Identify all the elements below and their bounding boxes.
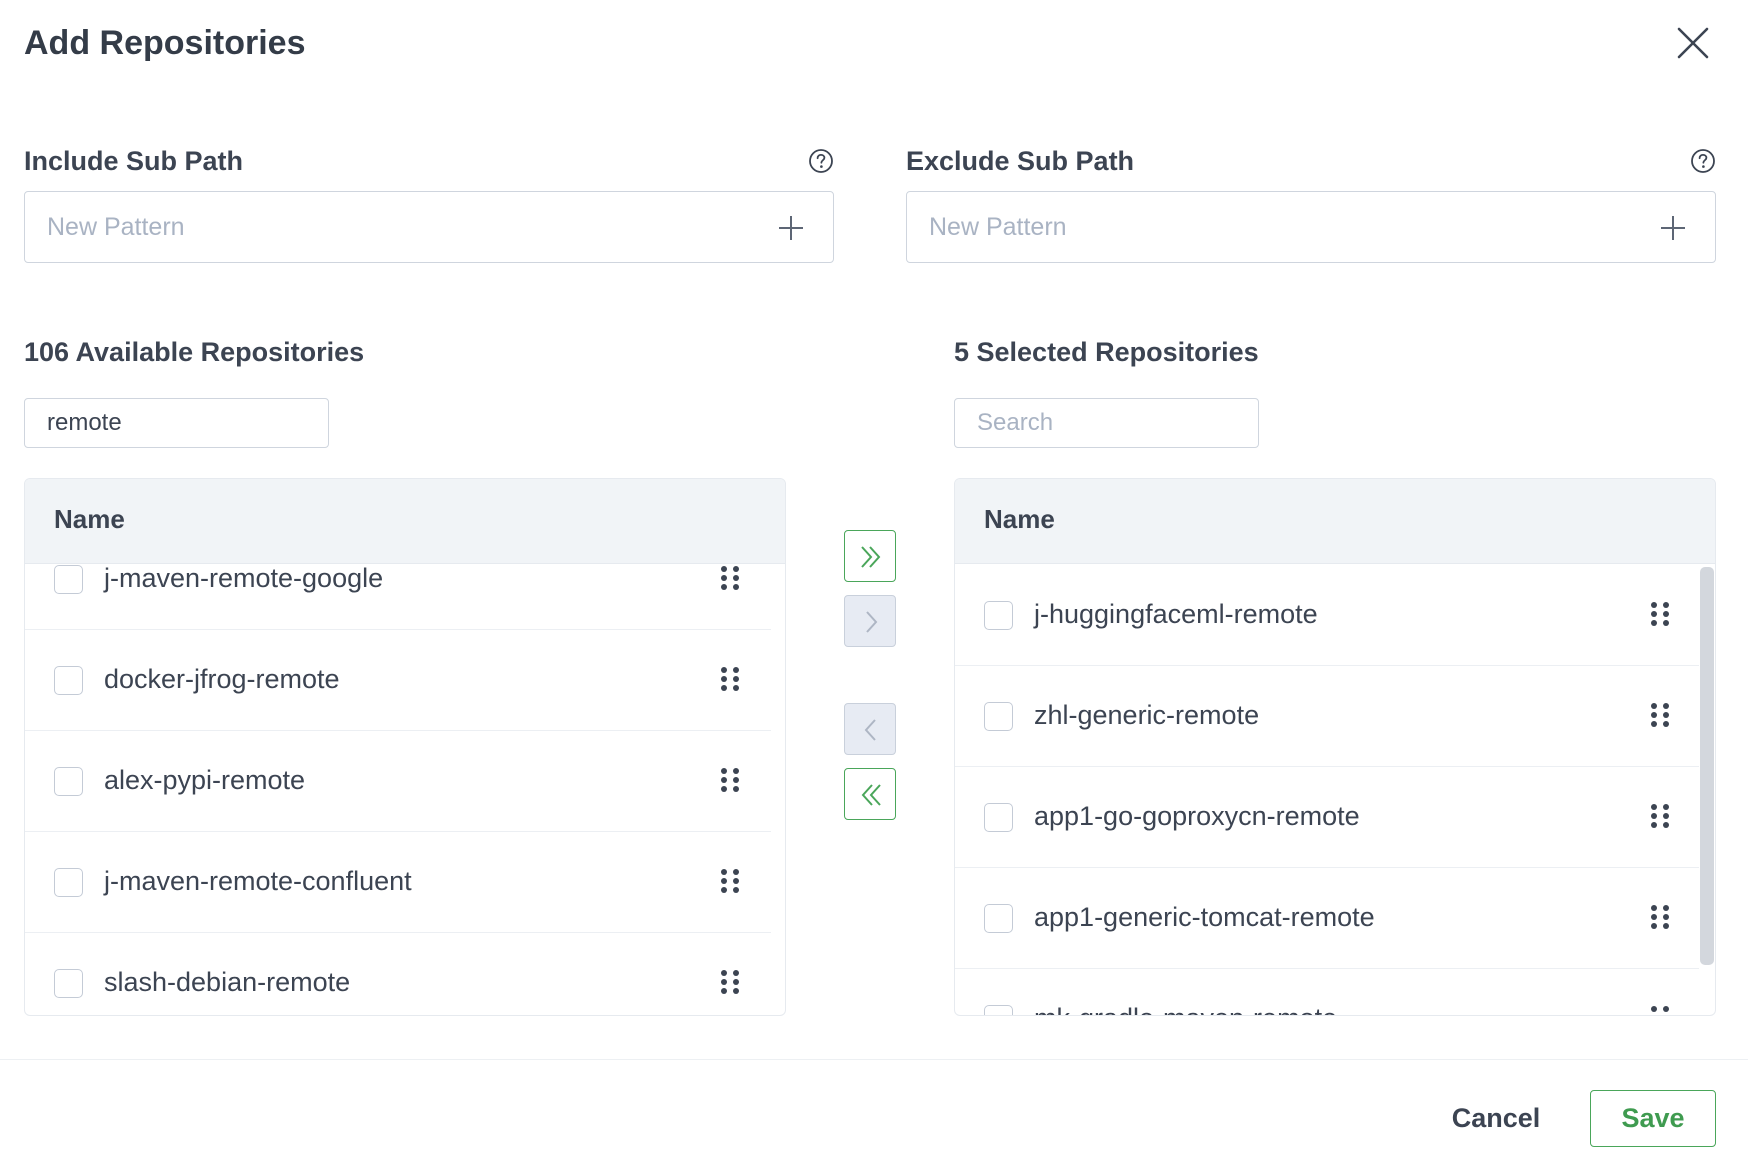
table-row[interactable]: j-maven-remote-confluent <box>25 832 771 933</box>
close-button[interactable] <box>1674 24 1712 62</box>
selected-repositories-table: Name j-huggingfaceml-remote zhl-generic-… <box>954 478 1716 1016</box>
add-include-pattern-icon[interactable] <box>777 214 805 242</box>
repository-name: app1-generic-tomcat-remote <box>1034 902 1375 932</box>
row-checkbox[interactable] <box>984 1005 1013 1015</box>
table-row[interactable]: slash-debian-remote <box>25 933 771 1015</box>
repository-name: slash-debian-remote <box>104 967 351 997</box>
cancel-button[interactable]: Cancel <box>1436 1090 1556 1146</box>
available-rows[interactable]: j-maven-remote-google docker-jfrog-remot… <box>25 565 785 1015</box>
available-search-input[interactable] <box>47 399 317 447</box>
drag-handle-icon[interactable] <box>1649 1005 1671 1015</box>
move-left-button[interactable] <box>844 703 896 755</box>
row-checkbox[interactable] <box>984 601 1013 630</box>
help-icon[interactable] <box>1690 148 1716 174</box>
double-chevron-right-icon <box>861 546 881 568</box>
dialog-title: Add Repositories <box>24 24 306 62</box>
name-column-header: Name <box>54 504 125 534</box>
double-chevron-left-icon <box>861 784 881 806</box>
include-pattern-field <box>24 191 834 263</box>
available-table-header: Name <box>25 479 785 564</box>
chevron-left-icon <box>864 719 876 741</box>
table-row[interactable]: docker-jfrog-remote <box>25 630 771 731</box>
include-pattern-input[interactable] <box>47 192 727 262</box>
save-button[interactable]: Save <box>1590 1090 1716 1147</box>
table-row[interactable]: alex-pypi-remote <box>25 731 771 832</box>
selected-search-field <box>954 398 1259 448</box>
footer-divider <box>0 1059 1748 1060</box>
repository-name: alex-pypi-remote <box>104 765 306 795</box>
drag-handle-icon[interactable] <box>719 767 741 793</box>
table-row[interactable]: j-huggingfaceml-remote <box>955 565 1699 666</box>
move-right-button[interactable] <box>844 595 896 647</box>
drag-handle-icon[interactable] <box>719 868 741 894</box>
available-repositories-table: Name j-maven-remote-google docker-jfrog-… <box>24 478 786 1016</box>
include-sub-path-label: Include Sub Path <box>24 146 244 176</box>
move-all-right-button[interactable] <box>844 530 896 582</box>
table-row[interactable]: app1-go-goproxycn-remote <box>955 767 1699 868</box>
table-row[interactable]: mk-gradle-maven-remote <box>955 969 1699 1015</box>
help-icon[interactable] <box>808 148 834 174</box>
exclude-pattern-field <box>906 191 1716 263</box>
drag-handle-icon[interactable] <box>1649 803 1671 829</box>
selected-repositories-title: 5 Selected Repositories <box>954 337 1259 367</box>
row-checkbox[interactable] <box>54 868 83 897</box>
repository-name: docker-jfrog-remote <box>104 664 340 694</box>
row-checkbox[interactable] <box>984 702 1013 731</box>
table-row[interactable]: app1-generic-tomcat-remote <box>955 868 1699 969</box>
exclude-pattern-input[interactable] <box>929 192 1609 262</box>
repository-name: j-huggingfaceml-remote <box>1034 599 1318 629</box>
exclude-sub-path-label: Exclude Sub Path <box>906 146 1135 176</box>
available-repositories-title: 106 Available Repositories <box>24 337 365 367</box>
selected-scrollbar[interactable] <box>1700 567 1714 965</box>
chevron-right-icon <box>866 611 878 633</box>
drag-handle-icon[interactable] <box>1649 601 1671 627</box>
row-checkbox[interactable] <box>984 803 1013 832</box>
table-row[interactable]: j-maven-remote-google <box>25 565 771 630</box>
add-repositories-dialog: Add Repositories Include Sub Path Exclud… <box>0 0 1748 1172</box>
selected-search-input[interactable] <box>977 399 1247 447</box>
row-checkbox[interactable] <box>54 666 83 695</box>
row-checkbox[interactable] <box>984 904 1013 933</box>
row-checkbox[interactable] <box>54 969 83 998</box>
close-icon <box>1677 27 1709 59</box>
selected-rows[interactable]: j-huggingfaceml-remote zhl-generic-remot… <box>955 565 1715 1015</box>
available-search-field <box>24 398 329 448</box>
row-checkbox[interactable] <box>54 565 83 594</box>
selected-table-header: Name <box>955 479 1715 564</box>
drag-handle-icon[interactable] <box>719 565 741 591</box>
repository-name: app1-go-goproxycn-remote <box>1034 801 1360 831</box>
repository-name: mk-gradle-maven-remote <box>1034 1003 1337 1015</box>
drag-handle-icon[interactable] <box>1649 702 1671 728</box>
move-all-left-button[interactable] <box>844 768 896 820</box>
row-checkbox[interactable] <box>54 767 83 796</box>
repository-name: j-maven-remote-confluent <box>104 866 412 896</box>
drag-handle-icon[interactable] <box>719 666 741 692</box>
drag-handle-icon[interactable] <box>719 969 741 995</box>
repository-name: j-maven-remote-google <box>104 565 384 593</box>
repository-name: zhl-generic-remote <box>1034 700 1260 730</box>
drag-handle-icon[interactable] <box>1649 904 1671 930</box>
name-column-header: Name <box>984 504 1055 534</box>
table-row[interactable]: zhl-generic-remote <box>955 666 1699 767</box>
add-exclude-pattern-icon[interactable] <box>1659 214 1687 242</box>
